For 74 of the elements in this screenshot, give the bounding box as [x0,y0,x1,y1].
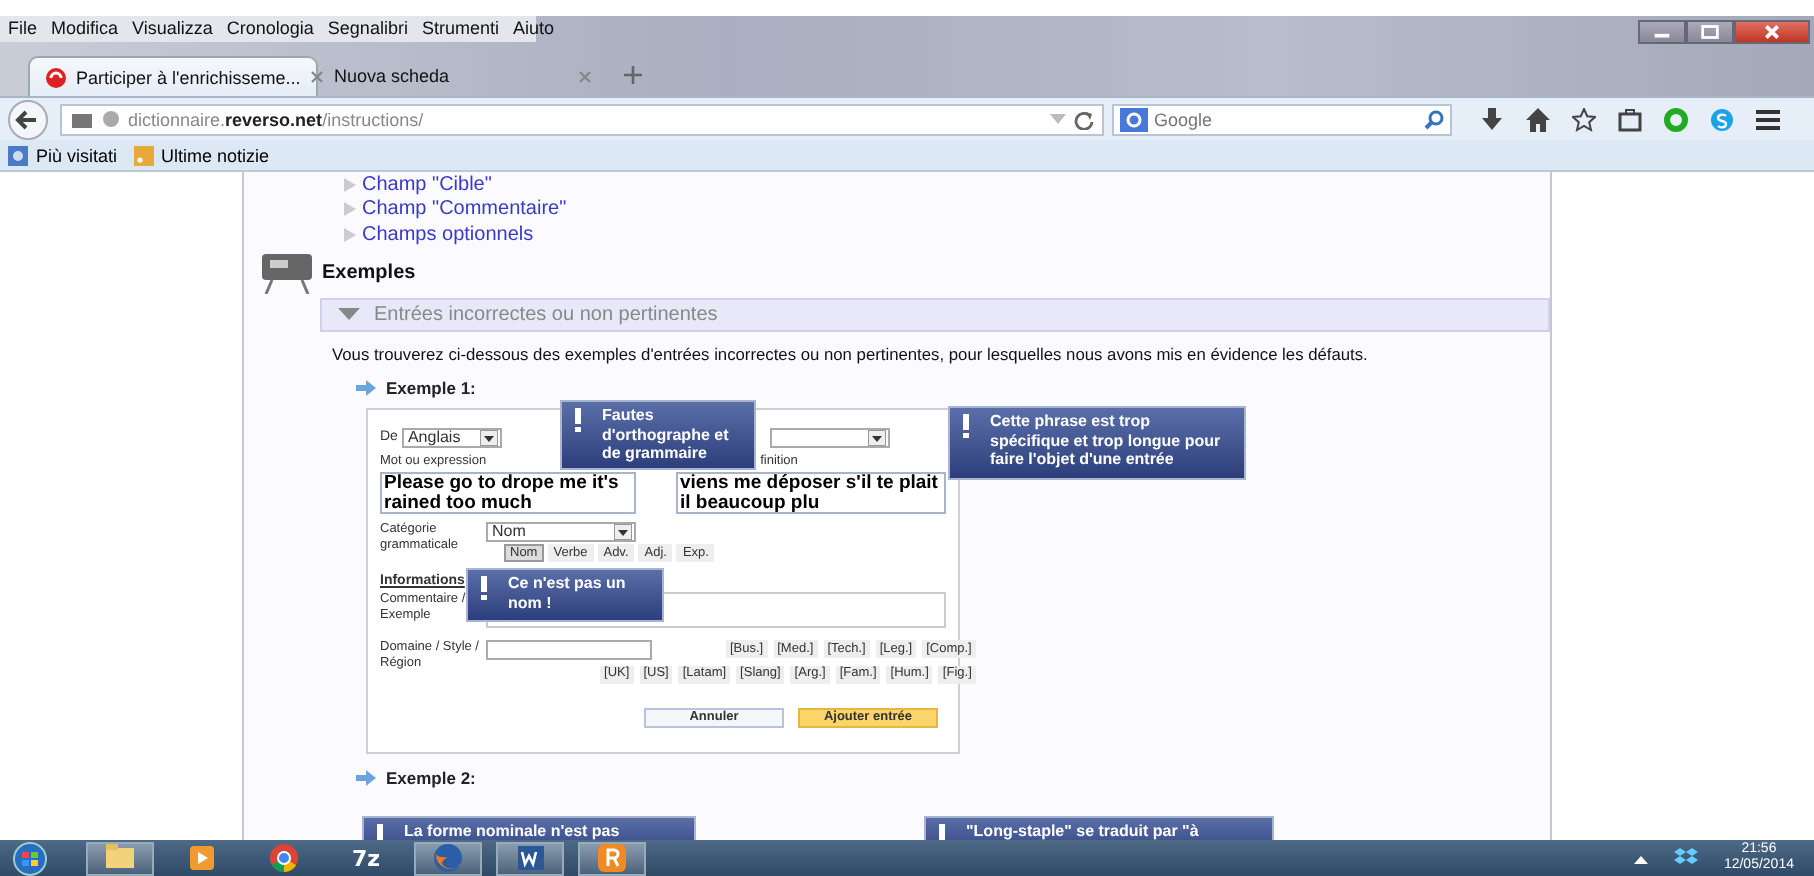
menu-icon[interactable] [1756,109,1780,129]
menu-item[interactable]: Segnalibri [327,18,408,40]
chalkboard-icon [260,253,314,293]
download-icon[interactable] [1480,107,1504,131]
category-select[interactable]: Nom [486,521,636,541]
exclamation-icon [962,414,970,438]
browser-icon [266,840,302,876]
feed-icon [133,145,154,165]
reload-icon[interactable] [1074,109,1094,129]
url-text: dictionnaire.reverso.net/instructions/ [128,109,424,129]
star-icon[interactable] [1572,107,1596,131]
search-field[interactable]: Google [1112,103,1452,135]
home-icon[interactable] [1526,107,1550,131]
box-icon[interactable] [1673,848,1698,868]
intro-text: Vous trouverez ci-dessous des exemples d'entrées incorrectes ou non pertinentes, pour lesquelles nous avons mis en évidence les défauts. [332,343,1370,363]
close-icon[interactable] [1734,20,1810,44]
taskbar-button[interactable] [496,841,564,875]
term-field[interactable]: Please go to drope me it's rained too much [380,471,636,513]
exclamation-icon [480,576,488,600]
menu-item[interactable]: Visualizza [132,18,213,40]
taskbar-button[interactable]: 7z [332,841,400,875]
close-icon[interactable] [310,70,325,84]
exclamation-icon [574,408,582,432]
menu-item[interactable]: Cronologia [226,18,314,40]
arrow-right-icon [356,379,376,395]
address-bar[interactable]: dictionnaire.reverso.net/instructions/ [60,103,1104,135]
example-title: Exemple 2: [386,767,476,787]
folder-icon [8,145,28,165]
play-icon [184,840,220,876]
dropdown-icon [479,429,498,445]
tab-label: Nuova scheda [334,66,452,86]
fox-icon [430,840,466,876]
taskbar-button[interactable] [86,841,154,875]
browser-tab[interactable]: Nuova scheda [318,56,608,96]
new-tab-icon[interactable] [624,66,642,84]
translation-field[interactable]: viens me déposer s'il te plait il beaucoup plu [676,471,946,513]
dropdown-icon [867,429,886,445]
language-select[interactable] [769,427,890,447]
outline-link[interactable]: Champ "Commentaire" [362,198,567,221]
outline-link[interactable]: Champ "Cible" [362,173,492,196]
chat-icon[interactable] [1710,107,1734,131]
tray-arrow-icon[interactable] [1633,853,1648,863]
ring-icon[interactable] [1664,107,1688,131]
site-logo-icon [46,67,66,87]
bookmark-item[interactable]: Più visitati [8,145,118,165]
maximize-icon[interactable] [1686,20,1734,44]
domain-field[interactable] [486,639,652,659]
section-title: Exemples [322,261,416,283]
annotation-tooltip: La forme nominale n'est pas [362,816,696,840]
search-icon[interactable] [1424,109,1444,129]
outline-link[interactable]: Champs optionnels [362,223,534,246]
example-title: Exemple 1: [386,377,476,397]
document-icon [512,840,548,876]
minimize-icon[interactable] [1638,20,1686,44]
annotation-tooltip: "Long-staple" se traduit par "à [924,816,1274,840]
bookmark-item[interactable]: Ultime notizie [133,145,270,165]
menu-item[interactable]: Modifica [51,18,119,40]
start-icon[interactable] [8,841,52,875]
annotation-tooltip: Cette phrase est trop spécifique et trop longue pour faire l'objet d'une entrée [948,406,1246,480]
search-engine-icon[interactable] [1120,107,1148,131]
back-icon[interactable] [8,99,48,139]
language-select[interactable]: Anglais [401,427,502,447]
dropdown-icon [614,523,632,539]
annotation-tooltip: Ce n'est pas un nom ! [466,568,664,622]
browser-tab[interactable]: Participer à l'enrichisseme... [28,56,318,96]
menu-item[interactable]: Strumenti [421,18,499,40]
menu-item[interactable]: File [8,18,38,40]
annotation-tooltip: Fautes d'orthographe et de grammaire [560,400,756,470]
letter-icon [594,840,630,876]
briefcase-icon[interactable] [1618,107,1642,131]
menu-item[interactable]: Aiuto [512,18,554,40]
taskbar-button[interactable] [578,841,646,875]
arrow-right-icon [356,769,376,785]
tab-label: Participer à l'enrichisseme... [76,67,301,87]
